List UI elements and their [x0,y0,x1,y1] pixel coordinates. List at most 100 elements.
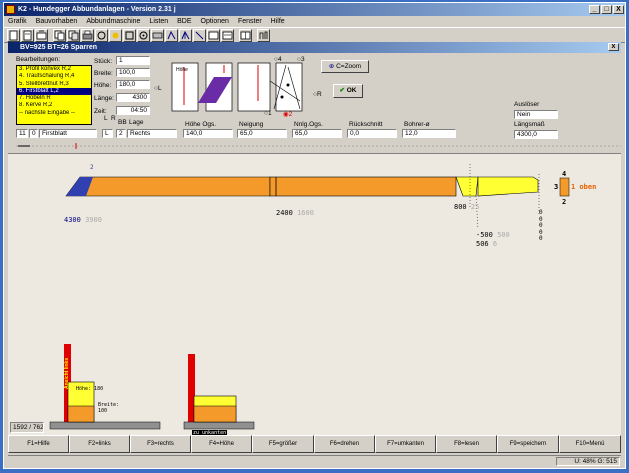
f5-button[interactable]: F5=größer [252,435,314,453]
radio-4[interactable]: ○4 [274,56,282,63]
f7-button[interactable]: F7=umkanten [375,435,436,453]
subwindow-title: BV=925 BT=26 Sparren [20,44,98,51]
list-item[interactable]: 5. Stellbrettnut R,3 [17,81,91,88]
row-n[interactable]: 0 [29,129,38,138]
row-index[interactable]: 11 [16,129,28,138]
ruler [16,143,621,149]
f1-button[interactable]: F1=Hilfe [8,435,69,453]
new-doc-icon[interactable] [7,29,20,42]
cut-right-icon[interactable] [193,29,206,42]
app-icon [6,5,15,14]
list-icon[interactable] [221,29,234,42]
bearbeitungen-list[interactable]: 3. Profil konvex R,2 4. Traufschalung R,… [16,65,92,125]
end-col-value: 0 [539,235,543,242]
subwindow-close-button[interactable]: x [608,43,619,51]
list-item-selected[interactable]: 6. Firstblatt L,2 [17,87,91,96]
row-rueckschnitt[interactable]: 0,0 [347,129,397,138]
import-icon[interactable] [35,29,48,42]
right-label: 800 25 [454,203,479,211]
ok-button[interactable]: ✔ OK [333,84,363,98]
radio-2[interactable]: ◉2 [283,110,292,118]
menu-fenster[interactable]: Fenster [238,18,262,25]
row-lage[interactable]: Rechts [127,129,177,138]
cs-breite-val: 100 [98,408,108,414]
f3-button[interactable]: F3=rechts [130,435,191,453]
row-bohrer[interactable]: 12,0 [402,129,456,138]
cut-left-icon[interactable] [165,29,178,42]
f10-button[interactable]: F10=Menü [559,435,621,453]
radio-l[interactable]: ○L [154,85,162,92]
radio-3[interactable]: ○3 [297,56,305,63]
col-l: L [104,115,108,122]
hoehe-field[interactable]: 180,0 [116,80,150,89]
laenge-field[interactable]: 4300 [116,93,150,102]
list-item[interactable]: 7. Hobeln R [17,95,91,102]
tool-icon[interactable] [109,29,122,42]
list-item[interactable]: 4. Traufschalung R,4 [17,73,91,80]
start-value: 4300 [64,216,81,224]
list-item[interactable]: 8. Kerve R,2 [17,102,91,109]
col-hoehe-ogs: Höhe Ogs. [185,121,217,128]
drawing-canvas[interactable]: 2 4300 3900 2400 1600 800 25 -500 500 50… [8,153,621,436]
breite-label: Breite: [94,70,113,77]
laengsmass-field[interactable]: 4300,0 [514,130,558,139]
right-sub2-dim: 6 [492,240,498,248]
view-icon[interactable] [207,29,220,42]
zeit-field: 04:50 [116,106,150,115]
refresh-icon[interactable] [95,29,108,42]
row-bb[interactable]: 2 [116,129,126,138]
table-icon[interactable] [239,29,252,42]
target-icon[interactable] [137,29,150,42]
chart-icon[interactable] [257,29,270,42]
right-sub1-dim: 500 [497,231,510,239]
f4-button[interactable]: F4=Höhe [191,435,252,453]
radio-2-label: 2 [288,111,293,118]
f2-button[interactable]: F2=links [69,435,130,453]
right-sub1-value: -500 [476,231,493,239]
menu-optionen[interactable]: Optionen [201,18,229,25]
radio-l-label: L [157,85,162,92]
ausloeser-field[interactable]: Nein [514,110,558,119]
row-neigung[interactable]: 65,0 [237,129,287,138]
print-icon[interactable] [81,29,94,42]
side-bottom: 2 [562,198,567,206]
f9-button[interactable]: F9=speichern [497,435,559,453]
radio-1[interactable]: ○1 [264,110,272,117]
menu-bauvorhaben[interactable]: Bauvorhaben [36,18,78,25]
close-button[interactable]: X [613,5,624,14]
row-name[interactable]: Firstblatt [39,129,97,138]
f6-button[interactable]: F6=drehen [314,435,375,453]
row-hoehe-ogs[interactable]: 140,0 [183,129,233,138]
maximize-button[interactable]: □ [601,5,612,14]
stueck-label: Stück: [94,58,113,65]
list-item[interactable]: 3. Profil konvex R,2 [17,66,91,73]
zoom-button-label: C=Zoom [336,63,362,70]
col-bb: BB [118,119,127,126]
menu-listen[interactable]: Listen [149,18,168,25]
subwindow-title-bar: BV=925 BT=26 Sparren x [8,42,621,53]
radio-3-label: 3 [300,56,305,63]
menu-bde[interactable]: BDE [177,18,191,25]
list-item[interactable]: -- nächste Eingabe -- [17,110,91,117]
radio-r[interactable]: ○R [313,91,322,98]
mid-value-dim: 1600 [297,209,314,217]
minimize-button[interactable]: _ [589,5,600,14]
status-bar: U: 48% G: 515 [8,455,621,466]
breite-field[interactable]: 100,0 [116,68,150,77]
row-lr[interactable]: L [102,129,113,138]
copy2-icon[interactable] [67,29,80,42]
f8-button[interactable]: F8=lesen [436,435,497,453]
machine-icon[interactable] [151,29,164,42]
stop-icon[interactable] [123,29,136,42]
stueck-field[interactable]: 1 [116,56,150,65]
open-doc-icon[interactable] [21,29,34,42]
menu-hilfe[interactable]: Hilfe [271,18,285,25]
mid-label: 2400 1600 [276,209,314,217]
menu-grafik[interactable]: Grafik [8,18,27,25]
menu-abbundmaschine[interactable]: Abbundmaschine [86,18,140,25]
function-key-bar: F1=Hilfe F2=links F3=rechts F4=Höhe F5=g… [8,435,621,453]
cut-mid-icon[interactable] [179,29,192,42]
copy-icon[interactable] [53,29,66,42]
zoom-button[interactable]: ⊕ C=Zoom [321,60,369,73]
row-nnlg[interactable]: 65,0 [292,129,342,138]
